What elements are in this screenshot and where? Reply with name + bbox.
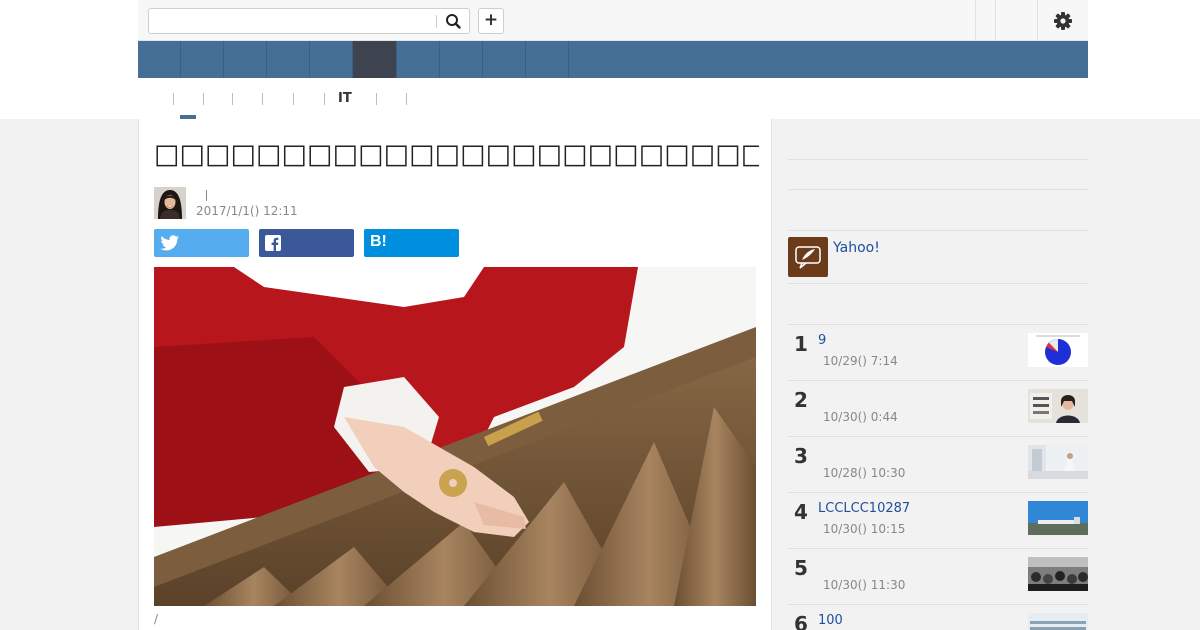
rank-number: 3 xyxy=(794,444,808,468)
rank-number: 5 xyxy=(794,556,808,580)
article: □□□□□□□□□□□□□□□□□□□□□□□□□□□□□□□□□ 2017/1… xyxy=(138,119,772,630)
ranking-item[interactable]: 5 10/30() 11:30 xyxy=(788,548,1088,604)
settings-button[interactable] xyxy=(1052,10,1074,32)
ranking-item[interactable]: 2 10/30() 0:44 xyxy=(788,380,1088,436)
add-button[interactable]: + xyxy=(478,8,504,34)
image-caption: / xyxy=(154,612,159,626)
rank-time: 10/30() 0:44 xyxy=(823,410,898,424)
nav-tab[interactable] xyxy=(440,41,483,78)
header-divider xyxy=(975,0,976,41)
article-title: □□□□□□□□□□□□□□□□□□□□□□□□□□□□□□□□□ xyxy=(154,139,759,170)
sub-nav: IT xyxy=(138,78,1088,119)
rank-number: 1 xyxy=(794,332,808,356)
subnav-divider xyxy=(406,93,407,105)
search-icon xyxy=(446,14,461,29)
top-header: + xyxy=(138,0,1088,41)
facebook-icon xyxy=(265,235,281,251)
rank-thumbnail[interactable] xyxy=(1028,333,1088,367)
sidebar-divider xyxy=(788,159,1088,160)
subnav-divider xyxy=(173,93,174,105)
rank-number: 4 xyxy=(794,500,808,524)
rank-title[interactable]: 100 xyxy=(818,613,843,628)
twitter-share-button[interactable] xyxy=(154,229,249,257)
gear-icon xyxy=(1054,12,1072,30)
ranking-item[interactable]: 3 10/28() 10:30 xyxy=(788,436,1088,492)
rank-number: 2 xyxy=(794,388,808,412)
nav-tab[interactable] xyxy=(267,41,310,78)
sidebar-divider xyxy=(788,230,1088,231)
nav-tab[interactable] xyxy=(138,41,181,78)
subnav-divider xyxy=(324,93,325,105)
rank-time: 10/28() 10:30 xyxy=(823,466,906,480)
header-divider xyxy=(995,0,996,41)
ranking-item[interactable]: 4 LCCLCC10287 10/30() 10:15 xyxy=(788,492,1088,548)
nav-tab[interactable] xyxy=(310,41,353,78)
ranking-item[interactable]: 1 9 10/29() 7:14 xyxy=(788,324,1088,380)
rank-thumbnail[interactable] xyxy=(1028,389,1088,423)
subnav-item-it[interactable]: IT xyxy=(338,91,352,106)
rank-time: 10/30() 10:15 xyxy=(823,522,906,536)
ranking-item[interactable]: 6 100 xyxy=(788,604,1088,630)
sidebar-divider xyxy=(788,189,1088,190)
hatena-icon: B! xyxy=(370,233,387,250)
rank-thumbnail[interactable] xyxy=(1028,445,1088,479)
rank-thumbnail[interactable] xyxy=(1028,501,1088,535)
search-input[interactable] xyxy=(153,12,433,30)
rank-thumbnail[interactable] xyxy=(1028,557,1088,591)
nav-tab[interactable] xyxy=(181,41,224,78)
rank-number: 6 xyxy=(794,612,808,630)
nav-tab-active[interactable] xyxy=(353,41,397,78)
subnav-divider xyxy=(293,93,294,105)
subnav-divider xyxy=(232,93,233,105)
yahoo-author-icon[interactable] xyxy=(788,237,828,277)
author-line xyxy=(196,187,496,203)
article-hero-image xyxy=(154,267,756,606)
author-avatar[interactable] xyxy=(154,187,186,219)
rank-title[interactable]: LCCLCC10287 xyxy=(818,501,910,516)
hatena-share-button[interactable]: B! xyxy=(364,229,459,257)
rank-title[interactable]: 9 xyxy=(818,333,826,348)
rank-thumbnail[interactable] xyxy=(1028,613,1088,630)
search-divider xyxy=(436,15,437,28)
pen-speech-icon xyxy=(795,246,821,269)
main-nav xyxy=(138,41,1088,78)
subnav-divider xyxy=(203,93,204,105)
article-timestamp: 2017/1/1() 12:11 xyxy=(196,204,298,218)
header-divider xyxy=(1037,0,1038,41)
yahoo-author-label[interactable]: Yahoo! xyxy=(833,240,880,256)
sidebar-divider xyxy=(788,283,1088,284)
search-box xyxy=(148,8,470,34)
nav-tab[interactable] xyxy=(483,41,526,78)
nav-tab[interactable] xyxy=(526,41,569,78)
subnav-divider xyxy=(376,93,377,105)
sidebar: Yahoo! 1 9 10/29() 7:14 2 10/30() 0:44 3… xyxy=(788,119,1088,630)
search-button[interactable] xyxy=(443,12,465,30)
nav-tab[interactable] xyxy=(224,41,267,78)
author-divider xyxy=(206,190,207,201)
rank-time: 10/29() 7:14 xyxy=(823,354,898,368)
twitter-icon xyxy=(160,235,180,251)
rank-time: 10/30() 11:30 xyxy=(823,578,906,592)
facebook-share-button[interactable] xyxy=(259,229,354,257)
nav-tab[interactable] xyxy=(397,41,440,78)
subnav-divider xyxy=(262,93,263,105)
